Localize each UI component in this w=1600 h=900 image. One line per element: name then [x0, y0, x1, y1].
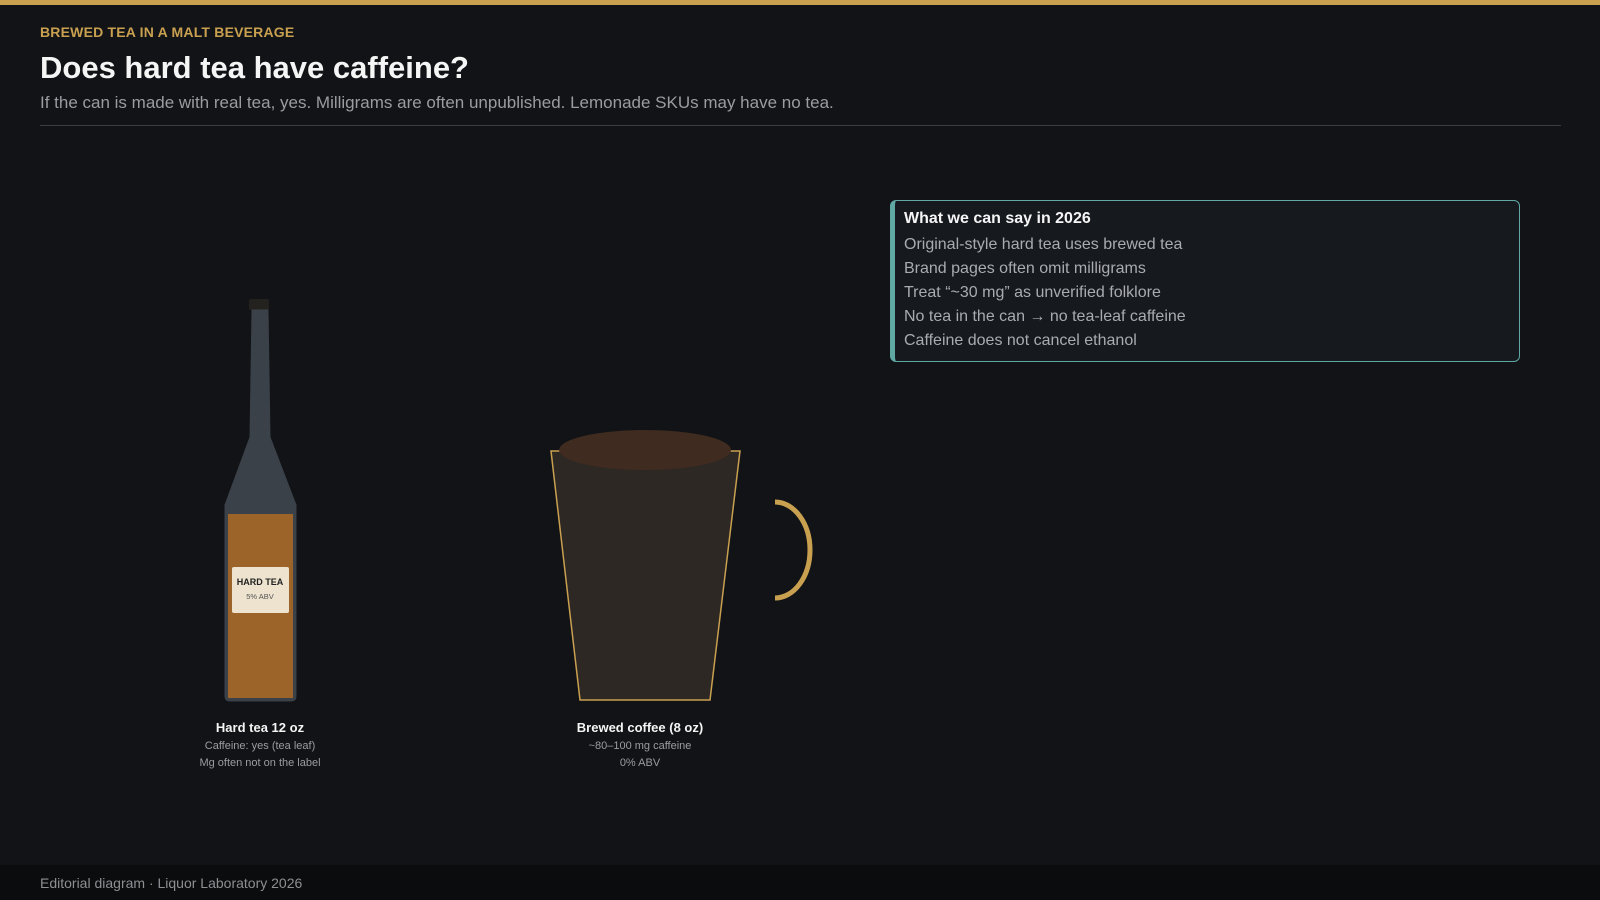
callout-item: Brand pages often omit milligrams [904, 260, 1146, 277]
coffee-cup-icon [550, 430, 813, 701]
callout-title: What we can say in 2026 [904, 210, 1091, 227]
callout-item: Caffeine does not cancel ethanol [904, 332, 1137, 349]
coffee-caption: Brewed coffee (8 oz) ~80–100 mg caffeine… [510, 720, 770, 772]
bottle-caption-title: Hard tea 12 oz [215, 720, 305, 735]
footer-bar: Editorial diagram · Liquor Laboratory 20… [0, 865, 1600, 900]
footer-credit: Editorial diagram · Liquor Laboratory 20… [40, 875, 303, 891]
bottle-label [232, 567, 289, 613]
coffee-caption-line: ~80–100 mg caffeine [588, 740, 692, 752]
hard-tea-bottle-icon: HARD TEA 5% ABV [224, 299, 297, 702]
coffee-cup-body [550, 450, 741, 701]
bottle-caption-line: Mg often not on the label [199, 757, 321, 769]
callout-item: Treat “~30 mg” as unverified folklore [904, 284, 1161, 301]
bottle-caption: Hard tea 12 oz Caffeine: yes (tea leaf) … [130, 720, 390, 772]
bottle-caption-line: Caffeine: yes (tea leaf) [204, 740, 316, 752]
bottle-label-title: HARD TEA [237, 577, 284, 587]
callout-item: Original-style hard tea uses brewed tea [904, 236, 1183, 253]
callout-item: No tea in the can → no tea-leaf caffeine [904, 308, 1186, 325]
coffee-caption-line: 0% ABV [619, 757, 661, 769]
coffee-caption-title: Brewed coffee (8 oz) [576, 720, 704, 735]
bottle-cap [249, 299, 269, 310]
coffee-cup-handle [774, 499, 813, 601]
coffee-surface [559, 430, 731, 470]
bottle-label-abv: 5% ABV [246, 592, 274, 601]
facts-callout-box: What we can say in 2026 Original-style h… [890, 200, 1520, 362]
